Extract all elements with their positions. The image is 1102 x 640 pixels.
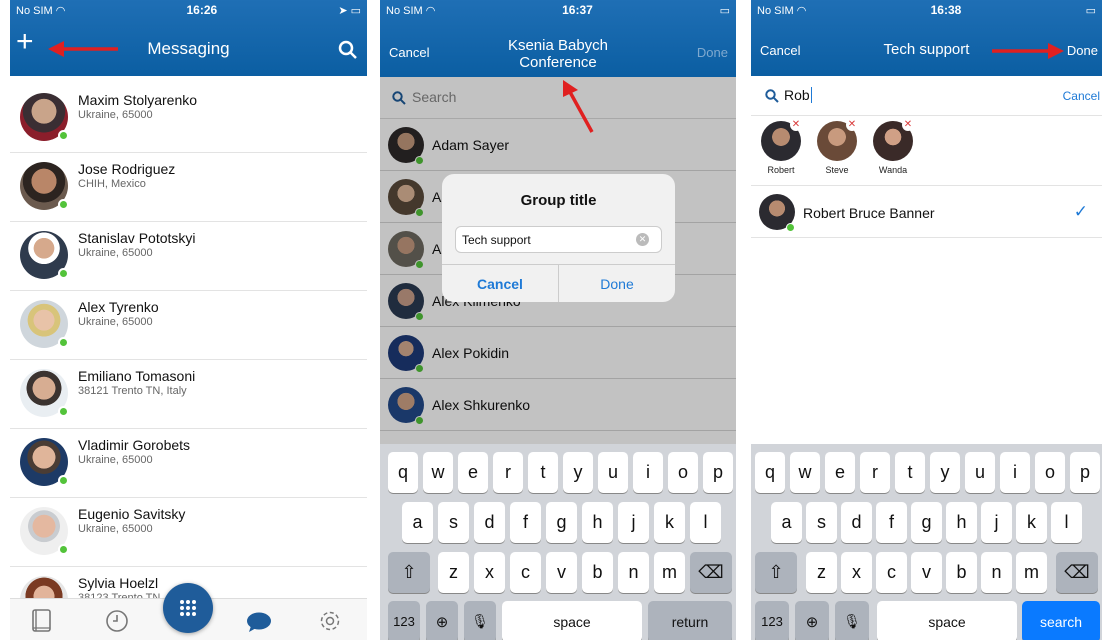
- annotation-arrows: [48, 41, 1064, 133]
- arrow-to-title: [568, 91, 594, 133]
- arrow-head: [48, 41, 64, 57]
- arrow-head: [1048, 43, 1064, 59]
